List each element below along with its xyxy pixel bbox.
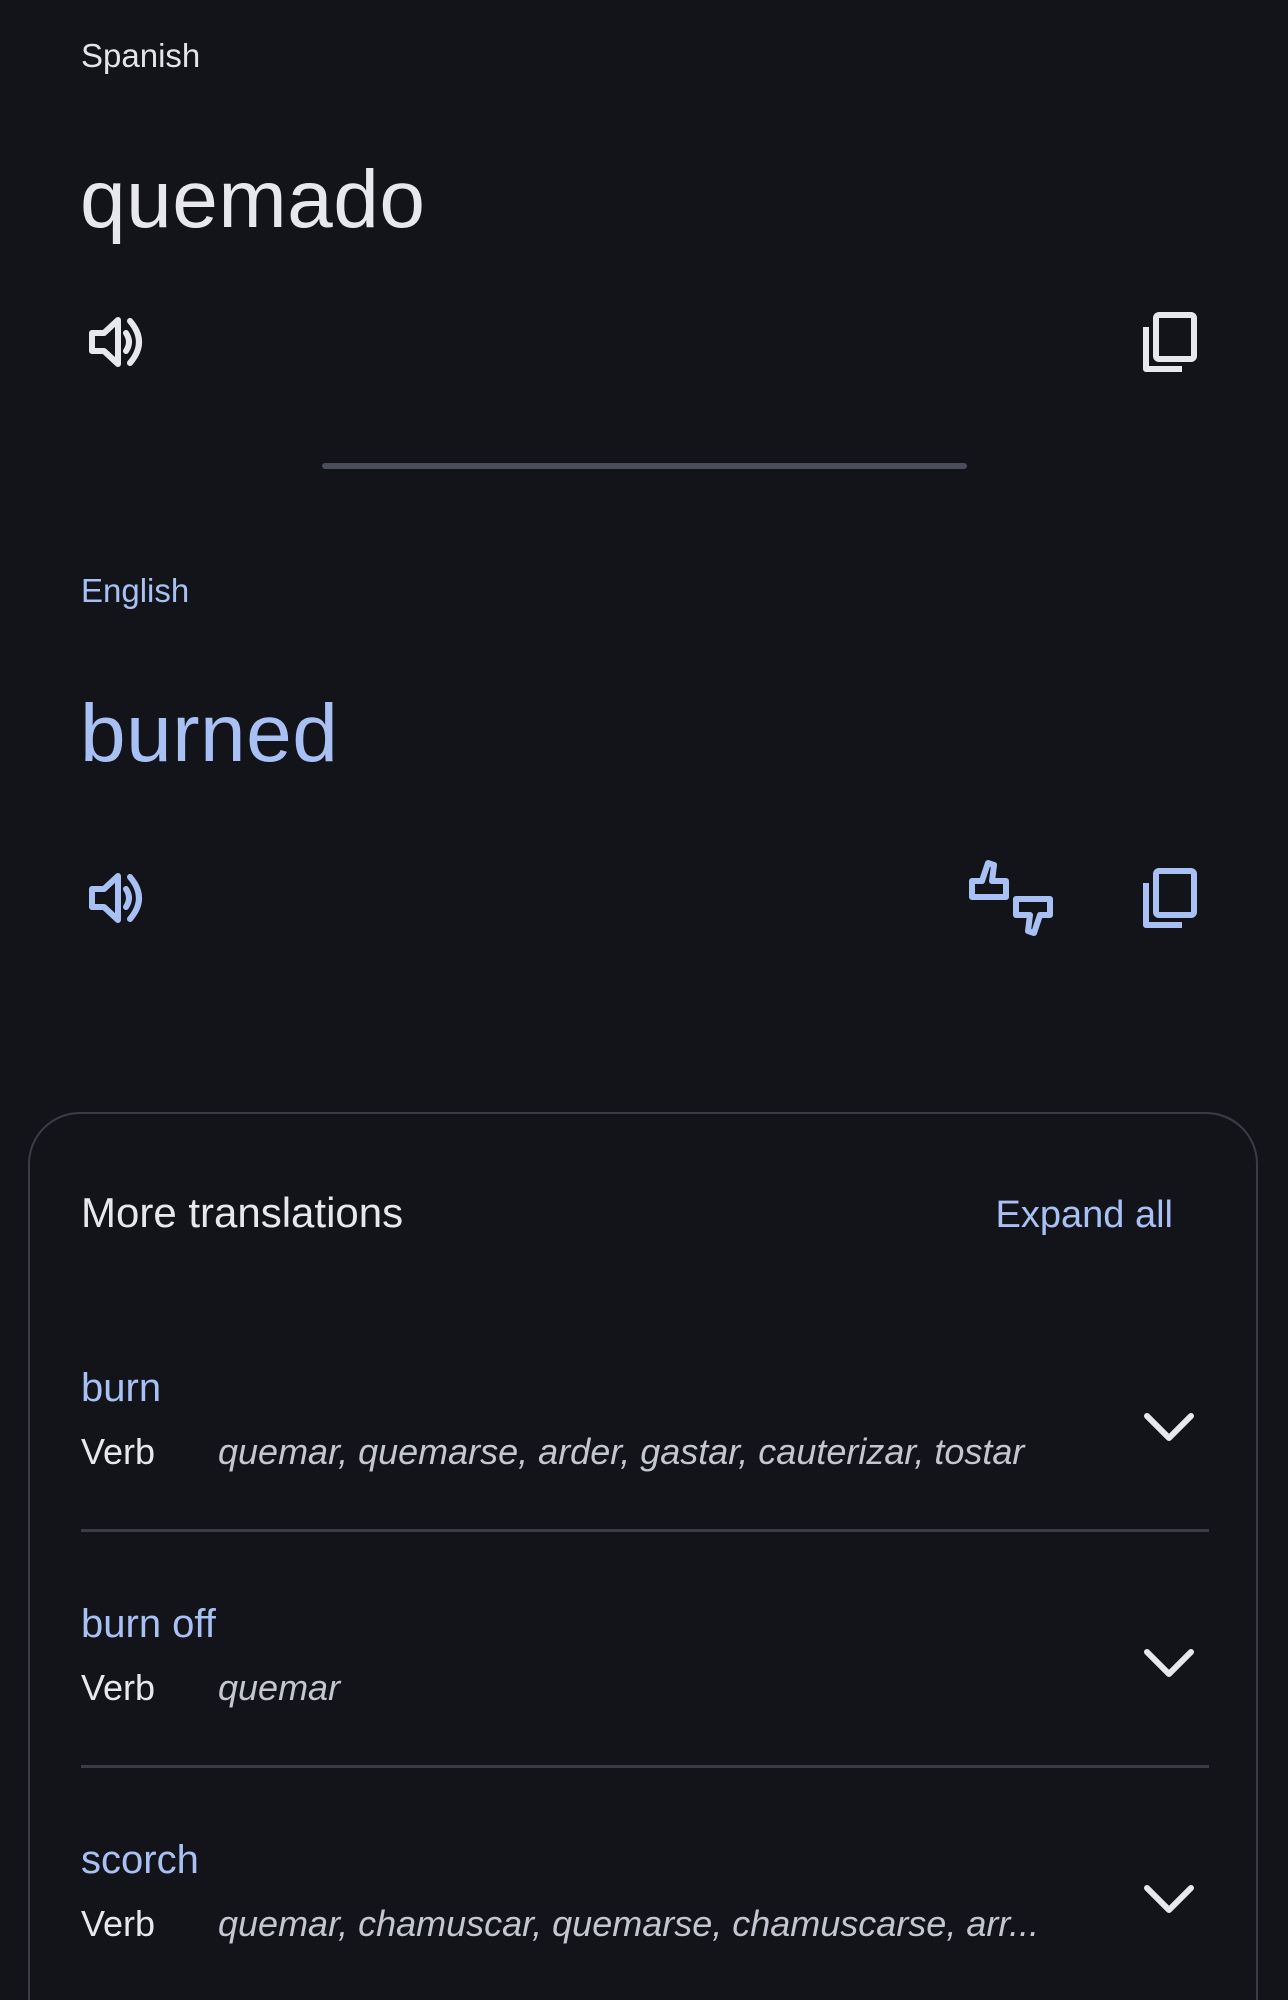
speaker-icon <box>89 873 142 923</box>
more-translations-title: More translations <box>81 1189 404 1236</box>
translated-text: burned <box>80 688 339 779</box>
entry-synonyms: quemar <box>218 1667 341 1708</box>
entry-divider <box>81 1529 1209 1532</box>
entry-divider <box>81 1765 1209 1768</box>
source-language-label: Spanish <box>81 37 201 74</box>
expand-all-button[interactable]: Expand all <box>996 1192 1173 1238</box>
source-speak-button[interactable] <box>72 297 162 387</box>
entry-part-of-speech: Verb <box>81 1667 156 1708</box>
source-copy-button[interactable] <box>1124 297 1214 387</box>
entry-synonyms: quemar, chamuscar, quemarse, chamuscarse… <box>218 1903 1040 1944</box>
chevron-down-icon <box>1144 1649 1194 1677</box>
entry-term: burn <box>81 1366 162 1410</box>
entry-term: scorch <box>81 1838 199 1882</box>
translation-entry[interactable]: burn Verb quemar, quemarse, arder, gasta… <box>81 1364 1209 1600</box>
target-language-label: English <box>81 572 190 609</box>
entry-part-of-speech: Verb <box>81 1431 156 1472</box>
chevron-down-icon <box>1144 1413 1194 1441</box>
copy-icon <box>1143 312 1197 372</box>
target-copy-button[interactable] <box>1124 853 1214 943</box>
entry-term: burn off <box>81 1602 216 1646</box>
translation-entry[interactable]: scorch Verb quemar, chamuscar, quemarse,… <box>81 1836 1209 2000</box>
chevron-down-icon <box>1144 1885 1194 1913</box>
source-text: quemado <box>80 154 426 245</box>
expand-entry-button[interactable] <box>1129 1388 1209 1468</box>
rate-translation-button[interactable] <box>966 853 1056 943</box>
translation-entry[interactable]: burn off Verb quemar <box>81 1600 1209 1836</box>
expand-entry-button[interactable] <box>1129 1624 1209 1704</box>
speaker-icon <box>89 317 142 367</box>
thumbs-rating-icon <box>969 860 1053 936</box>
section-divider <box>322 463 967 469</box>
target-speak-button[interactable] <box>72 853 162 943</box>
translation-screen: Spanish quemado English burned More tran… <box>0 0 1288 2000</box>
expand-entry-button[interactable] <box>1129 1860 1209 1940</box>
copy-icon <box>1143 868 1197 928</box>
entry-part-of-speech: Verb <box>81 1903 156 1944</box>
entry-synonyms: quemar, quemarse, arder, gastar, cauteri… <box>218 1431 1025 1472</box>
